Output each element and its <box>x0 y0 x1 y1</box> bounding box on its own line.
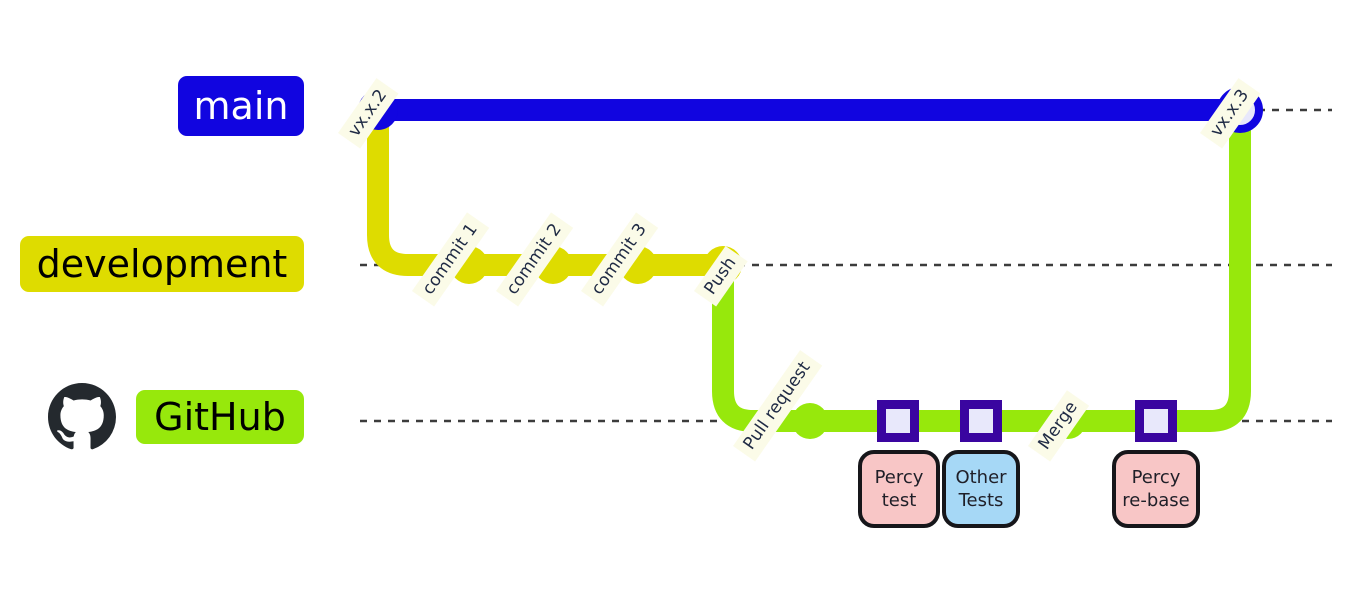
note-box-other-tests-line-2: Tests <box>958 490 1004 511</box>
note-box-other-tests: Other Tests <box>942 450 1020 528</box>
node-other-tests[interactable] <box>960 400 1002 442</box>
note-box-percy-rebase: Percy re-base <box>1112 450 1200 528</box>
note-box-percy-test: Percy test <box>858 450 940 528</box>
node-percy-rebase[interactable] <box>1135 400 1177 442</box>
lane-badge-main: main <box>178 76 304 136</box>
github-octocat-icon <box>48 383 116 450</box>
lane-badge-github: GitHub <box>136 390 304 444</box>
note-box-percy-test-line-2: test <box>881 490 917 511</box>
node-percy-test[interactable] <box>877 400 919 442</box>
node-pull-request[interactable] <box>792 403 828 439</box>
lane-badge-development: development <box>20 236 304 292</box>
note-box-other-tests-line-1: Other <box>955 466 1007 488</box>
note-box-percy-test-line-1: Percy <box>874 466 924 488</box>
note-box-percy-rebase-line-1: Percy <box>1131 466 1181 488</box>
note-box-percy-rebase-line-2: re-base <box>1122 490 1190 511</box>
